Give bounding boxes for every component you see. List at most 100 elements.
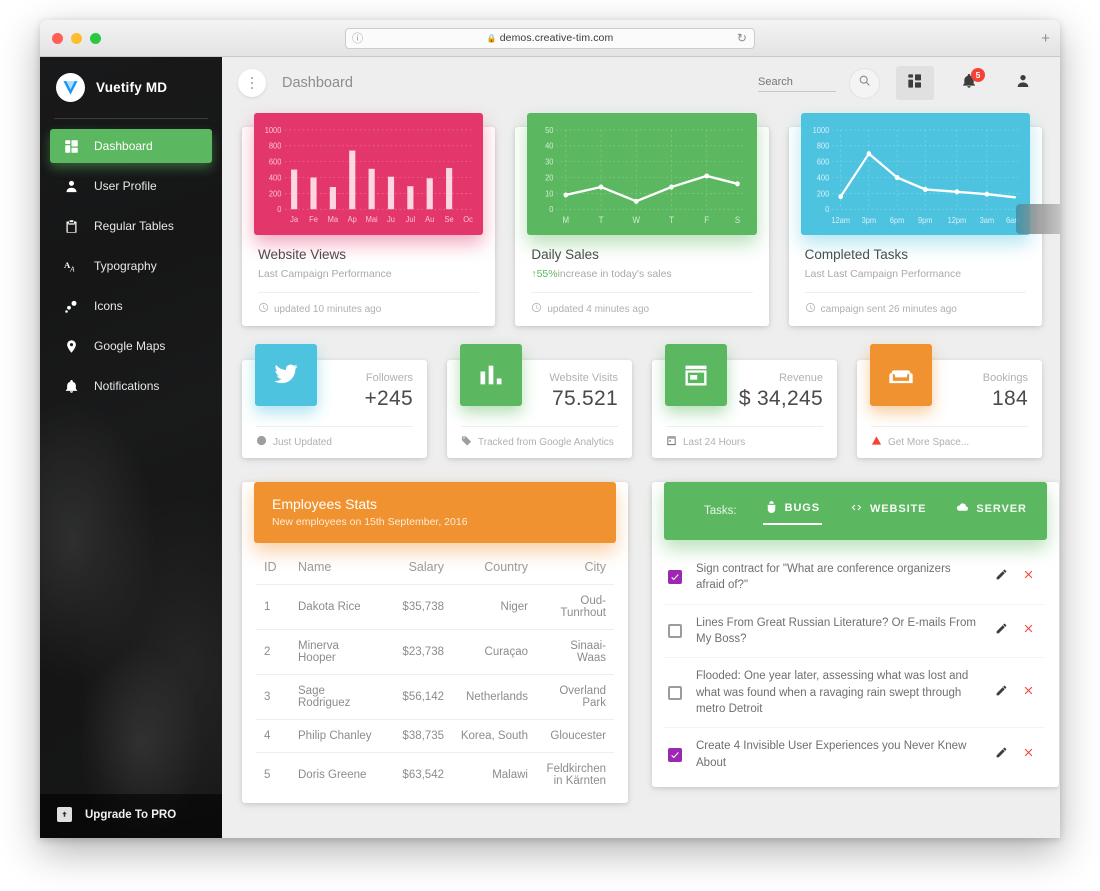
sidebar-divider bbox=[54, 118, 208, 119]
stat-footer-text: Just Updated bbox=[273, 436, 332, 448]
svg-text:0: 0 bbox=[277, 205, 282, 215]
table-row[interactable]: 2 Minerva Hooper $23,738 Curaçao Sinaai-… bbox=[256, 629, 614, 675]
table-row[interactable]: 1 Dakota Rice $35,738 Niger Oud-Tunrhout bbox=[256, 584, 614, 630]
svg-text:0: 0 bbox=[550, 205, 555, 215]
sidebar-item-typography[interactable]: AA Typography bbox=[50, 249, 212, 283]
svg-text:Oc: Oc bbox=[463, 215, 473, 225]
card-title: Completed Tasks bbox=[804, 247, 908, 262]
cell-salary: $56,142 bbox=[386, 674, 452, 720]
close-icon[interactable] bbox=[1022, 684, 1035, 702]
pencil-icon[interactable] bbox=[995, 622, 1008, 640]
pencil-icon[interactable] bbox=[995, 684, 1008, 702]
table-row[interactable]: 3 Sage Rodriguez $56,142 Netherlands Ove… bbox=[256, 674, 614, 720]
task-actions bbox=[995, 746, 1041, 764]
reload-icon[interactable]: ↻ bbox=[737, 31, 747, 45]
svg-text:Ja: Ja bbox=[290, 215, 298, 225]
cell-city: Oud-Tunrhout bbox=[536, 584, 614, 630]
new-tab-button[interactable]: + bbox=[1041, 30, 1050, 47]
calendar-icon bbox=[666, 435, 677, 449]
cell-id: 1 bbox=[256, 584, 290, 630]
cell-id: 3 bbox=[256, 674, 290, 720]
kebab-menu-icon[interactable] bbox=[238, 69, 266, 97]
upgrade-label: Upgrade To PRO bbox=[85, 808, 177, 821]
search-input[interactable] bbox=[758, 74, 836, 92]
sidebar-item-google-maps[interactable]: Google Maps bbox=[50, 329, 212, 363]
task-actions bbox=[995, 622, 1041, 640]
task-text: Create 4 Invisible User Experiences you … bbox=[696, 740, 967, 769]
svg-text:10: 10 bbox=[545, 189, 554, 199]
svg-text:Au: Au bbox=[425, 215, 434, 225]
card-subtitle: Last Campaign Performance bbox=[258, 268, 392, 280]
person-icon bbox=[1015, 73, 1031, 94]
cell-city: Gloucester bbox=[536, 719, 614, 753]
notifications-button[interactable]: 5 bbox=[950, 66, 988, 100]
employees-header: Employees Stats New employees on 15th Se… bbox=[254, 482, 616, 543]
brand[interactable]: Vuetify MD bbox=[40, 57, 222, 118]
tab-server[interactable]: SERVER bbox=[954, 497, 1028, 524]
task-item: Create 4 Invisible User Experiences you … bbox=[664, 727, 1045, 781]
apps-grid-button[interactable] bbox=[896, 66, 934, 100]
account-button[interactable] bbox=[1004, 66, 1042, 100]
sidebar-item-notifications[interactable]: Notifications bbox=[50, 369, 212, 403]
task-checkbox[interactable] bbox=[668, 747, 682, 762]
topbar: Dashboard Search 5 bbox=[222, 57, 1060, 109]
col-salary: Salary bbox=[408, 560, 444, 574]
employees-subtitle: New employees on 15th September, 2016 bbox=[272, 516, 468, 528]
svg-text:A: A bbox=[69, 266, 75, 273]
table-row[interactable]: 5 Doris Greene $63,542 Malawi Feldkirche… bbox=[256, 752, 614, 797]
window-controls[interactable] bbox=[52, 32, 101, 44]
sidebar-item-label: Typography bbox=[94, 259, 157, 273]
clock-icon bbox=[805, 302, 816, 316]
app-root: Vuetify MD Dashboard User Profile Regula… bbox=[40, 57, 1060, 838]
tag-icon bbox=[461, 435, 472, 449]
site-settings-icon[interactable]: ⓘ bbox=[352, 30, 363, 46]
maximize-window-button[interactable] bbox=[90, 32, 101, 44]
svg-text:3pm: 3pm bbox=[861, 216, 876, 226]
cell-name: Dakota Rice bbox=[290, 584, 386, 630]
table-row[interactable]: 4 Philip Chanley $38,735 Korea, South Gl… bbox=[256, 719, 614, 753]
svg-text:3am: 3am bbox=[979, 216, 994, 226]
close-icon[interactable] bbox=[1022, 622, 1035, 640]
stat-footer-text: Get More Space... bbox=[888, 436, 970, 448]
address-bar[interactable]: ⓘ 🔒 demos.creative-tim.com ↻ bbox=[345, 27, 755, 49]
svg-text:600: 600 bbox=[816, 157, 829, 167]
sidebar-item-regular-tables[interactable]: Regular Tables bbox=[50, 209, 212, 243]
search-field[interactable] bbox=[758, 74, 836, 92]
close-icon[interactable] bbox=[1022, 568, 1035, 586]
card-footer: campaign sent 26 minutes ago bbox=[804, 292, 1026, 316]
store-icon bbox=[665, 344, 727, 406]
stat-card-revenue: Revenue $ 34,245 Last 24 Hours bbox=[652, 344, 837, 458]
svg-text:1000: 1000 bbox=[265, 126, 282, 136]
stat-footer-text: Last 24 Hours bbox=[683, 436, 746, 448]
svg-text:T: T bbox=[669, 215, 674, 226]
svg-text:200: 200 bbox=[269, 189, 282, 199]
upgrade-to-pro-button[interactable]: Upgrade To PRO bbox=[40, 794, 222, 838]
pencil-icon[interactable] bbox=[995, 746, 1008, 764]
task-checkbox[interactable] bbox=[668, 570, 682, 585]
close-icon[interactable] bbox=[1022, 746, 1035, 764]
cell-name: Minerva Hooper bbox=[290, 629, 386, 675]
cell-salary: $63,542 bbox=[386, 752, 452, 797]
clock-icon bbox=[258, 302, 269, 316]
employees-title: Employees Stats bbox=[272, 496, 378, 512]
tab-bugs[interactable]: BUGS bbox=[762, 496, 822, 525]
task-checkbox[interactable] bbox=[668, 685, 682, 700]
tasks-list: Sign contract for "What are conference o… bbox=[652, 540, 1059, 787]
sidebar-item-icons[interactable]: Icons bbox=[50, 289, 212, 323]
pencil-icon[interactable] bbox=[995, 568, 1008, 586]
close-window-button[interactable] bbox=[52, 32, 63, 44]
minimize-window-button[interactable] bbox=[71, 32, 82, 44]
sofa-icon bbox=[870, 344, 932, 406]
svg-text:30: 30 bbox=[545, 157, 554, 167]
warning-icon bbox=[871, 435, 882, 449]
scrollbar-handle[interactable] bbox=[1016, 204, 1060, 234]
sidebar-item-user-profile[interactable]: User Profile bbox=[50, 169, 212, 203]
svg-text:T: T bbox=[599, 215, 604, 226]
svg-text:800: 800 bbox=[816, 141, 829, 151]
sidebar-item-dashboard[interactable]: Dashboard bbox=[50, 129, 212, 163]
col-country: Country bbox=[484, 560, 528, 574]
task-checkbox[interactable] bbox=[668, 623, 682, 638]
search-button[interactable] bbox=[849, 67, 880, 99]
tab-website[interactable]: WEBSITE bbox=[848, 497, 928, 524]
cell-name: Sage Rodriguez bbox=[290, 674, 386, 720]
